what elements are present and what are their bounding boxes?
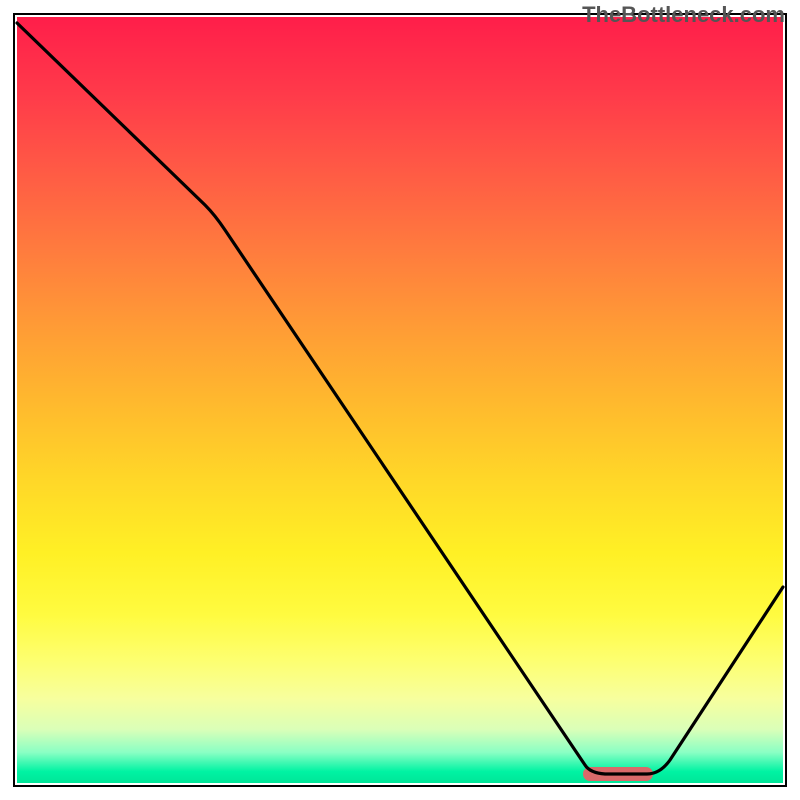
bottleneck-curve [17, 23, 783, 774]
plot-area [15, 15, 785, 785]
chart-svg [15, 15, 785, 785]
watermark-text: TheBottleneck.com [582, 2, 785, 28]
chart-frame [13, 13, 787, 787]
